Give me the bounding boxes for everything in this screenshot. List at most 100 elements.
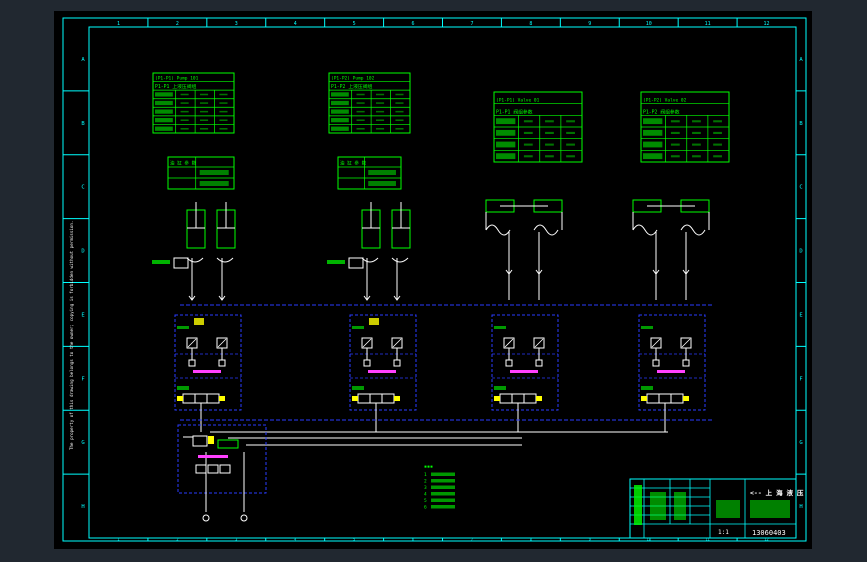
- zone-number-bottom: 2: [176, 538, 178, 542]
- drawing-scale: 1:1: [718, 529, 729, 536]
- table-cell-fill: [155, 126, 173, 131]
- company-name: <-- 上 海 液 压: [750, 488, 804, 497]
- zone-number-top: 10: [646, 21, 652, 27]
- table-cell-fill: [356, 119, 365, 121]
- legend-item-fill: [431, 485, 455, 489]
- zone-letter-left: F: [81, 376, 84, 382]
- zone-number-top: 12: [764, 21, 770, 27]
- legend-heading: ▪▪▪: [424, 464, 433, 470]
- table-cell-fill: [395, 119, 404, 121]
- accumulator-label: [327, 260, 345, 264]
- valve-label-fill: [641, 326, 653, 329]
- zone-number-top: 3: [235, 21, 238, 27]
- table-cell-fill: [713, 120, 722, 123]
- table-cell-fill: [199, 119, 209, 121]
- table-cell-fill: [155, 109, 173, 114]
- legend-item-fill: [431, 472, 455, 476]
- table-cell-fill: [643, 118, 663, 125]
- table-cell-fill: [219, 93, 228, 96]
- table-cell-fill: [545, 155, 554, 158]
- table-cell-fill: [713, 155, 722, 158]
- table-cell-fill: [356, 102, 365, 104]
- small-table-fill: [368, 181, 396, 186]
- legend-item: 2: [424, 479, 427, 485]
- solenoid-coil: [368, 370, 396, 373]
- zone-number-bottom: 7: [471, 538, 473, 542]
- table-cell-fill: [692, 143, 701, 146]
- table-subtitle: P1-P1 阀组参数: [496, 108, 533, 115]
- table-cell-fill: [375, 110, 385, 113]
- table-cell-fill: [199, 102, 209, 104]
- table-subtitle: P1-P2 阀组参数: [643, 108, 680, 115]
- table-cell-fill: [523, 143, 533, 146]
- table-cell-fill: [180, 102, 189, 104]
- table-cell-fill: [545, 131, 554, 134]
- zone-letter-left: D: [81, 249, 84, 255]
- legend-item: 3: [424, 485, 427, 491]
- table-cell-fill: [395, 128, 404, 130]
- table-cell-fill: [496, 153, 516, 160]
- table-cell-fill: [375, 128, 385, 130]
- zone-number-bottom: 6: [412, 538, 414, 542]
- valve-label-fill: [177, 326, 189, 329]
- table-cell-fill: [496, 141, 516, 148]
- zone-number-top: 4: [294, 21, 297, 27]
- table-cell-fill: [219, 119, 228, 121]
- table-subtitle: P1-P1 上液压阀组: [155, 83, 197, 90]
- zone-number-bottom: 9: [589, 538, 591, 542]
- legend-item-fill: [431, 479, 455, 483]
- table-cell-fill: [375, 119, 385, 121]
- table-cell-fill: [155, 118, 173, 123]
- zone-number-top: 5: [353, 21, 356, 27]
- table-cell-fill: [496, 118, 516, 125]
- solenoid: [177, 396, 183, 401]
- table-cell-fill: [219, 110, 228, 113]
- zone-number-bottom: 5: [353, 538, 355, 542]
- table-cell-fill: [356, 110, 365, 113]
- small-table-title: 油 缸 参 数: [170, 160, 197, 167]
- zone-letter-left: C: [81, 185, 84, 191]
- table-title: (P1-P1) Valve 01: [496, 98, 540, 104]
- table-cell-fill: [643, 129, 663, 136]
- zone-letter-right: H: [799, 504, 802, 510]
- solenoid-coil: [510, 370, 538, 373]
- zone-number-bottom: 1: [117, 538, 119, 542]
- zone-number-top: 2: [176, 21, 179, 27]
- solenoid: [683, 396, 689, 401]
- zone-letter-left: G: [81, 440, 84, 446]
- legend-item: 1: [424, 472, 427, 478]
- zone-number-top: 8: [529, 21, 532, 27]
- table-cell-fill: [219, 102, 228, 104]
- table-subtitle: P1-P2 上液压阀组: [331, 83, 373, 90]
- valve-label-fill: [641, 386, 653, 390]
- zone-number-bottom: 3: [235, 538, 237, 542]
- valve-label-fill: [352, 326, 364, 329]
- accumulator-label: [152, 260, 170, 264]
- zone-letter-left: H: [81, 504, 84, 510]
- table-cell-fill: [155, 100, 173, 106]
- pressure-switch: [369, 318, 379, 325]
- valve-label-fill: [177, 386, 189, 390]
- table-cell-fill: [713, 131, 722, 134]
- legend-item-fill: [431, 498, 455, 502]
- table-cell-fill: [713, 143, 722, 146]
- table-cell-fill: [643, 141, 663, 148]
- zone-letter-left: E: [81, 312, 84, 318]
- table-cell-fill: [692, 120, 701, 123]
- table-cell-fill: [566, 143, 575, 146]
- table-title: (P1-P2) Valve 02: [643, 98, 687, 104]
- zone-number-top: 11: [705, 21, 711, 27]
- solenoid: [536, 396, 542, 401]
- table-cell-fill: [692, 131, 701, 134]
- table-cell-fill: [670, 143, 680, 146]
- zone-letter-right: F: [799, 376, 802, 382]
- zone-number-bottom: 8: [530, 538, 532, 542]
- zone-letter-right: E: [799, 312, 802, 318]
- table-cell-fill: [199, 93, 209, 96]
- legend-item: 6: [424, 505, 427, 511]
- drawing-viewport[interactable]: 112233445566778899101011111212A AB BC CD DE E…: [0, 0, 867, 562]
- table-cell-fill: [523, 131, 533, 134]
- table-cell-fill: [395, 102, 404, 104]
- legend-item: 4: [424, 492, 427, 498]
- table-cell-fill: [643, 153, 663, 160]
